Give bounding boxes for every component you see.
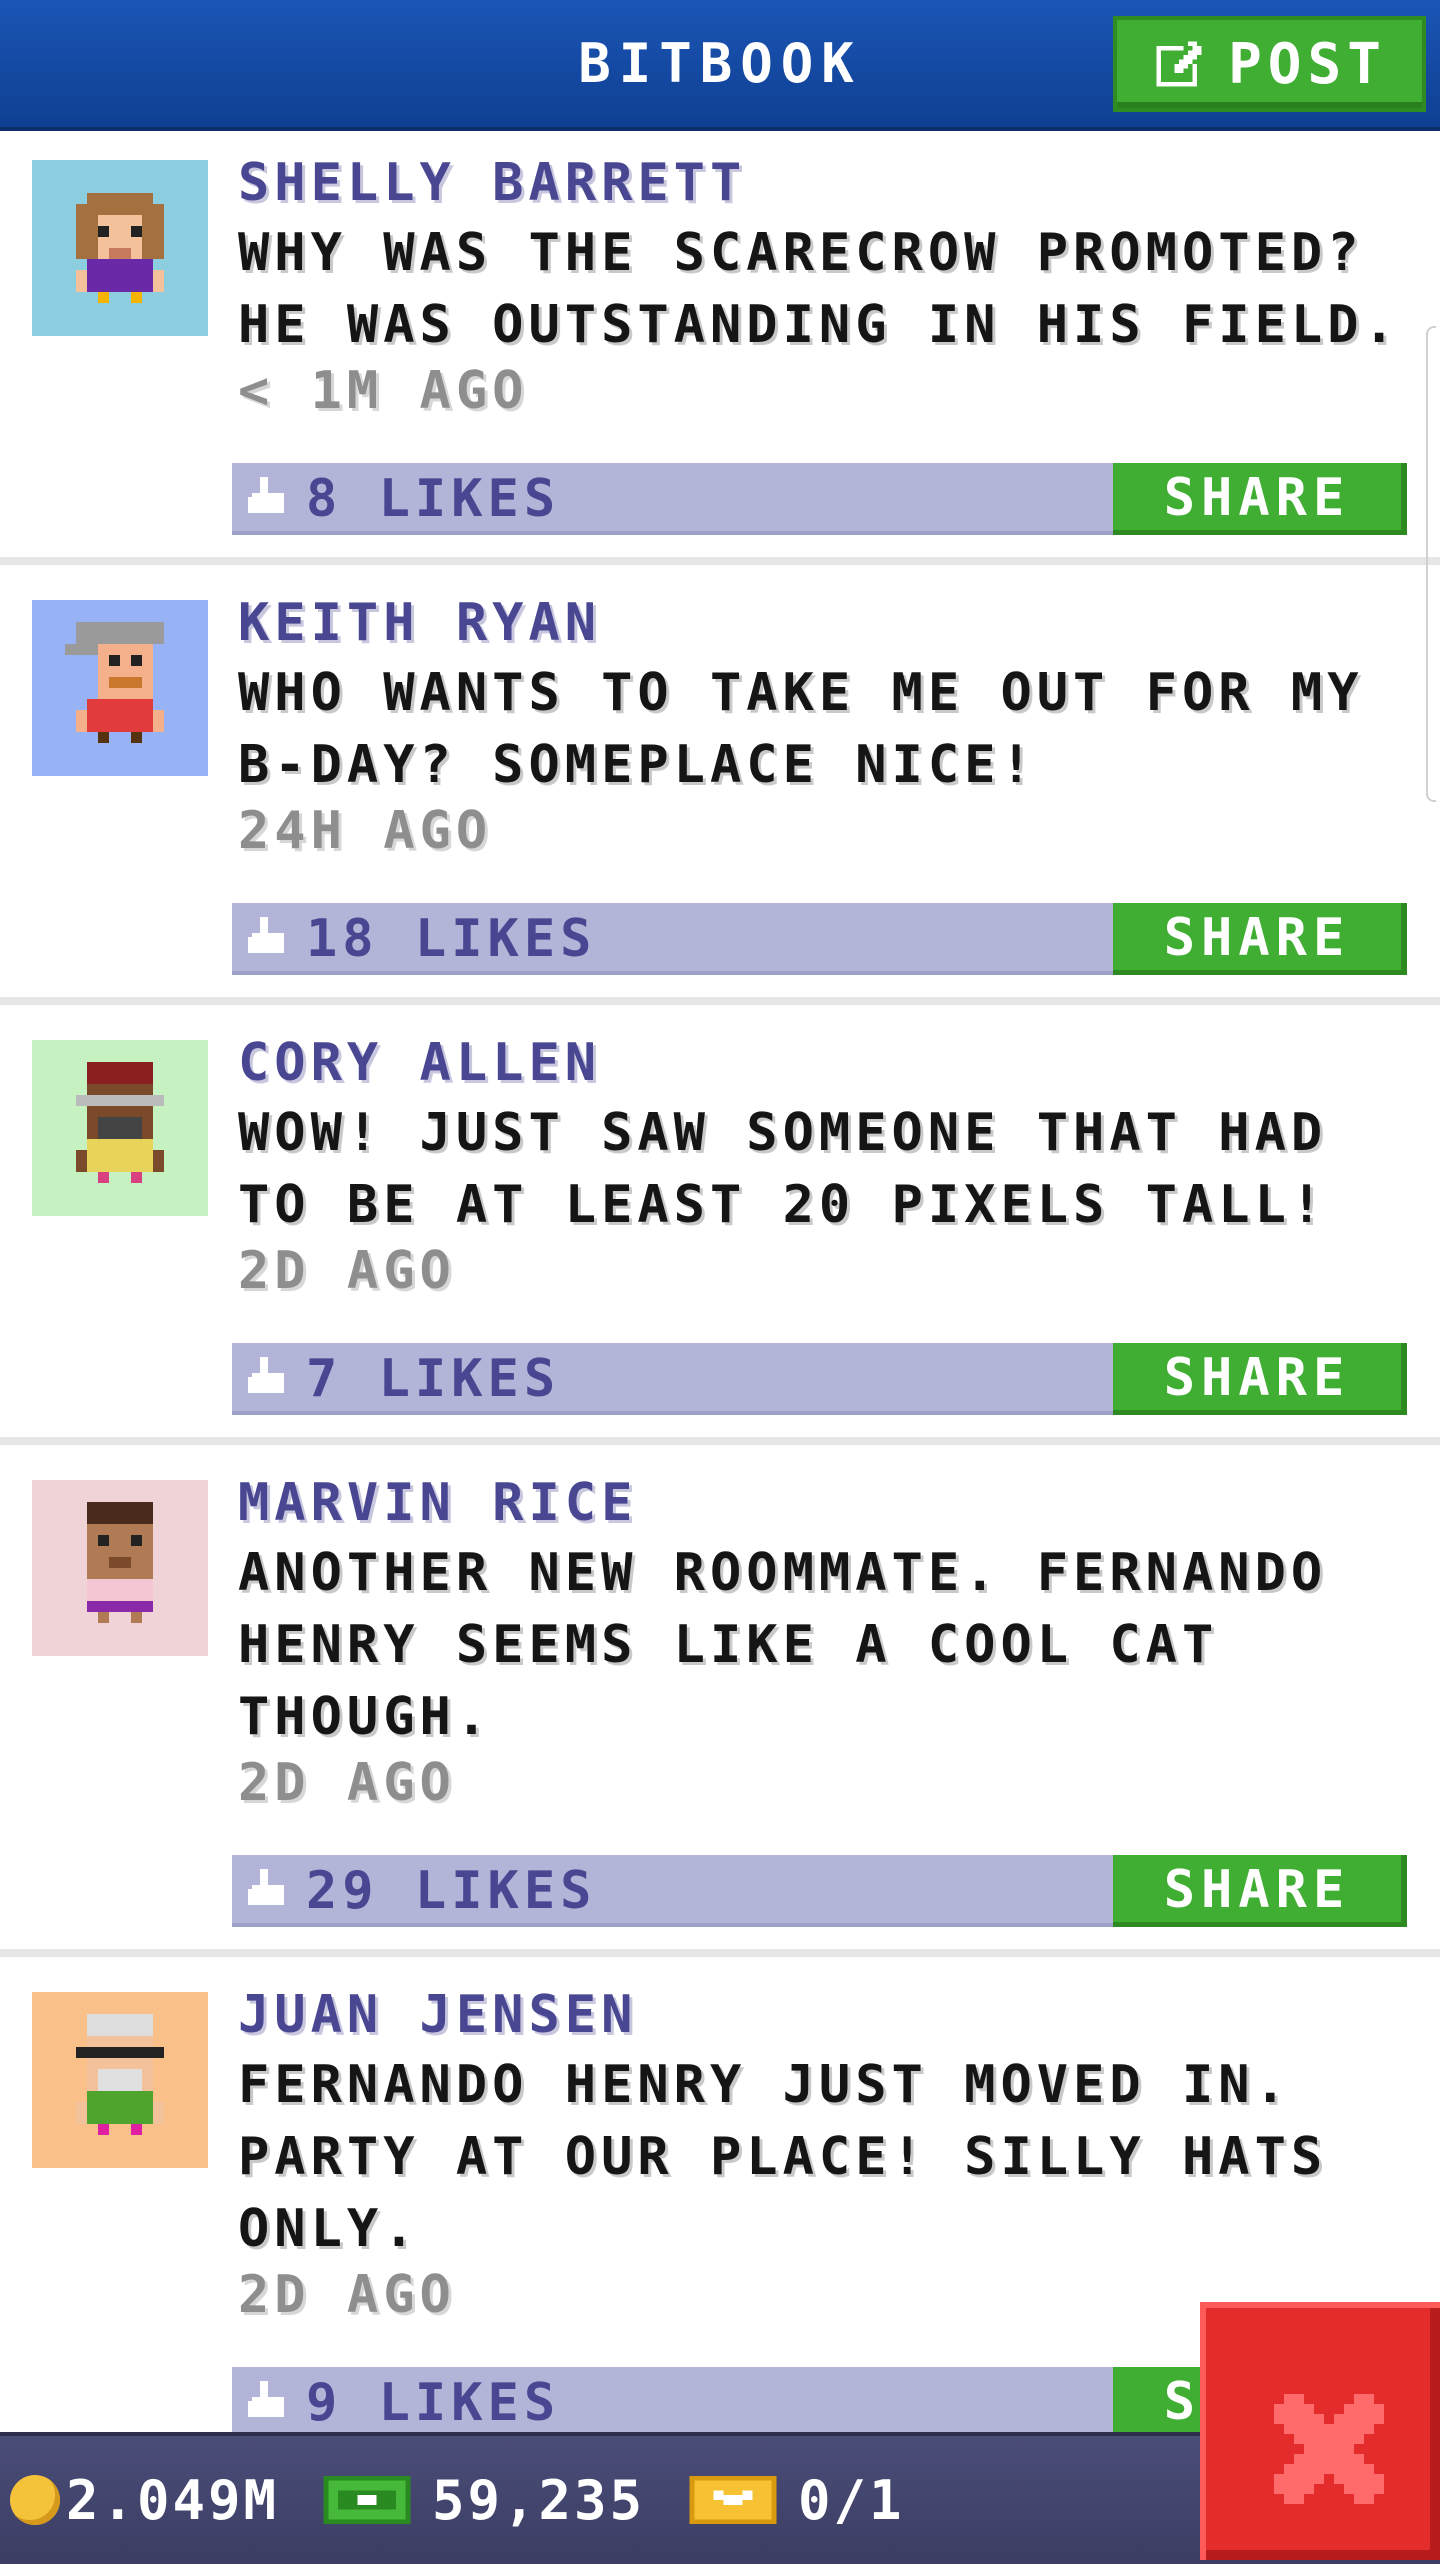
- post-timestamp: 24H AGO: [238, 801, 493, 861]
- close-button[interactable]: [1200, 2302, 1440, 2560]
- app-header: BITBOOK POST: [0, 0, 1440, 131]
- post-message: WHY WAS THE SCARECROW PROMOTED? HE WAS O…: [238, 223, 1400, 355]
- scrollbar[interactable]: [1426, 326, 1436, 802]
- share-button[interactable]: SHARE: [1113, 1343, 1407, 1415]
- tickets-value: 0/1: [798, 2468, 905, 2532]
- person-avatar-icon: [32, 160, 208, 336]
- avatar: [32, 1480, 208, 1656]
- divider: [0, 1437, 1440, 1445]
- coins-display: 2.049M: [10, 2436, 279, 2564]
- post-message: FERNANDO HENRY JUST MOVED IN. PARTY AT O…: [238, 2055, 1328, 2259]
- thumbs-up-icon: [248, 1869, 284, 1905]
- bux-display: 59,235: [322, 2436, 645, 2564]
- thumbs-up-icon: [248, 477, 284, 513]
- post-message: WHO WANTS TO TAKE ME OUT FOR MY B-DAY? S…: [238, 663, 1364, 795]
- post-timestamp: < 1M AGO: [238, 361, 529, 421]
- cash-icon: [323, 2475, 411, 2525]
- post-timestamp: 2D AGO: [238, 1753, 456, 1813]
- avatar: [32, 1040, 208, 1216]
- post-button[interactable]: POST: [1113, 16, 1426, 112]
- divider: [0, 557, 1440, 565]
- share-button[interactable]: SHARE: [1113, 903, 1407, 975]
- person-avatar-icon: [32, 1992, 208, 2168]
- likes-bar[interactable]: 18 LIKES SHARE: [232, 903, 1407, 975]
- avatar: [32, 600, 208, 776]
- coin-icon: [10, 2475, 60, 2525]
- share-button[interactable]: SHARE: [1113, 463, 1407, 535]
- post-timestamp: 2D AGO: [238, 1241, 456, 1301]
- share-button[interactable]: SHARE: [1113, 1855, 1407, 1927]
- bux-value: 59,235: [432, 2468, 646, 2532]
- thumbs-up-icon: [248, 1357, 284, 1393]
- post-button-label: POST: [1228, 31, 1387, 97]
- ticket-icon: [689, 2475, 777, 2525]
- post-message: ANOTHER NEW ROOMMATE. FERNANDO HENRY SEE…: [238, 1543, 1328, 1747]
- likes-count: 9 LIKES: [306, 2373, 561, 2433]
- likes-count: 29 LIKES: [306, 1861, 597, 1921]
- close-icon: [1274, 2394, 1384, 2504]
- thumbs-up-icon: [248, 917, 284, 953]
- likes-count: 7 LIKES: [306, 1349, 561, 1409]
- post-timestamp: 2D AGO: [238, 2265, 456, 2325]
- person-avatar-icon: [32, 1480, 208, 1656]
- post-author[interactable]: CORY ALLEN: [238, 1033, 601, 1093]
- likes-count: 8 LIKES: [306, 469, 561, 529]
- post-author[interactable]: JUAN JENSEN: [238, 1985, 637, 2045]
- divider: [0, 997, 1440, 1005]
- post-author[interactable]: KEITH RYAN: [238, 593, 601, 653]
- tickets-display: 0/1: [688, 2436, 905, 2564]
- likes-bar[interactable]: 29 LIKES SHARE: [232, 1855, 1407, 1927]
- thumbs-up-icon: [248, 2381, 284, 2417]
- likes-bar[interactable]: 7 LIKES SHARE: [232, 1343, 1407, 1415]
- person-avatar-icon: [32, 1040, 208, 1216]
- likes-count: 18 LIKES: [306, 909, 597, 969]
- divider: [0, 1949, 1440, 1957]
- edit-icon: [1156, 41, 1202, 87]
- person-avatar-icon: [32, 600, 208, 776]
- coins-value: 2.049M: [66, 2468, 280, 2532]
- post-message: WOW! JUST SAW SOMEONE THAT HAD TO BE AT …: [238, 1103, 1328, 1235]
- avatar: [32, 160, 208, 336]
- likes-bar[interactable]: 8 LIKES SHARE: [232, 463, 1407, 535]
- post-author[interactable]: MARVIN RICE: [238, 1473, 637, 1533]
- avatar: [32, 1992, 208, 2168]
- post-author[interactable]: SHELLY BARRETT: [238, 153, 746, 213]
